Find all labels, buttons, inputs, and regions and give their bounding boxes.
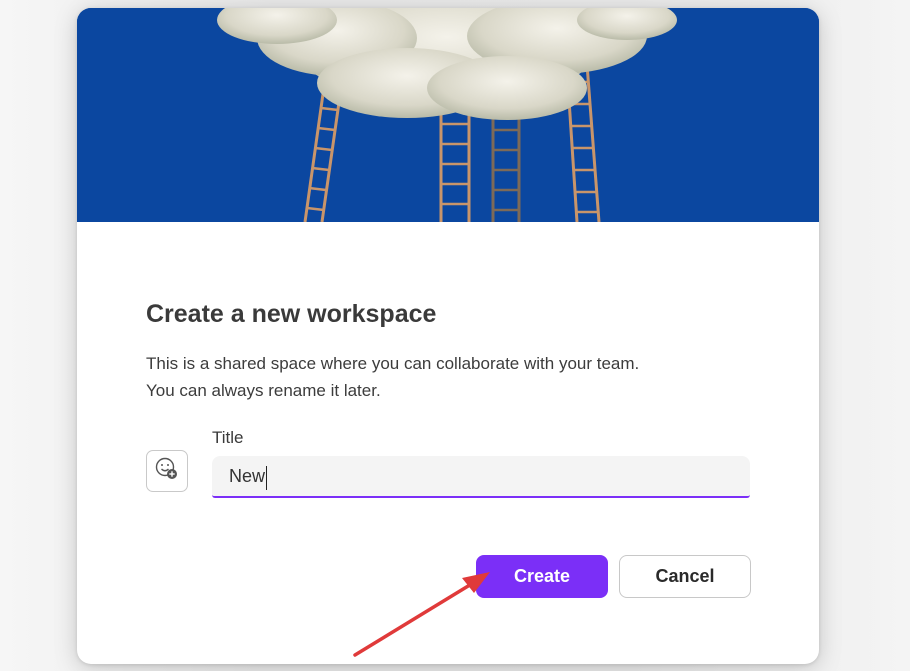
create-button[interactable]: Create: [476, 555, 608, 598]
description-line-1: This is a shared space where you can col…: [146, 354, 640, 373]
title-field-label: Title: [212, 428, 244, 447]
cancel-button[interactable]: Cancel: [619, 555, 751, 598]
add-emoji-button[interactable]: [146, 450, 188, 492]
text-cursor: [266, 466, 267, 490]
add-emoji-icon: [154, 456, 180, 487]
title-input[interactable]: [212, 456, 750, 498]
description-line-2: You can always rename it later.: [146, 381, 381, 400]
dialog-description: This is a shared space where you can col…: [146, 350, 746, 404]
dialog-title: Create a new workspace: [146, 300, 437, 328]
create-workspace-dialog: Create a new workspace This is a shared …: [77, 8, 819, 664]
hero-image: [77, 8, 819, 222]
